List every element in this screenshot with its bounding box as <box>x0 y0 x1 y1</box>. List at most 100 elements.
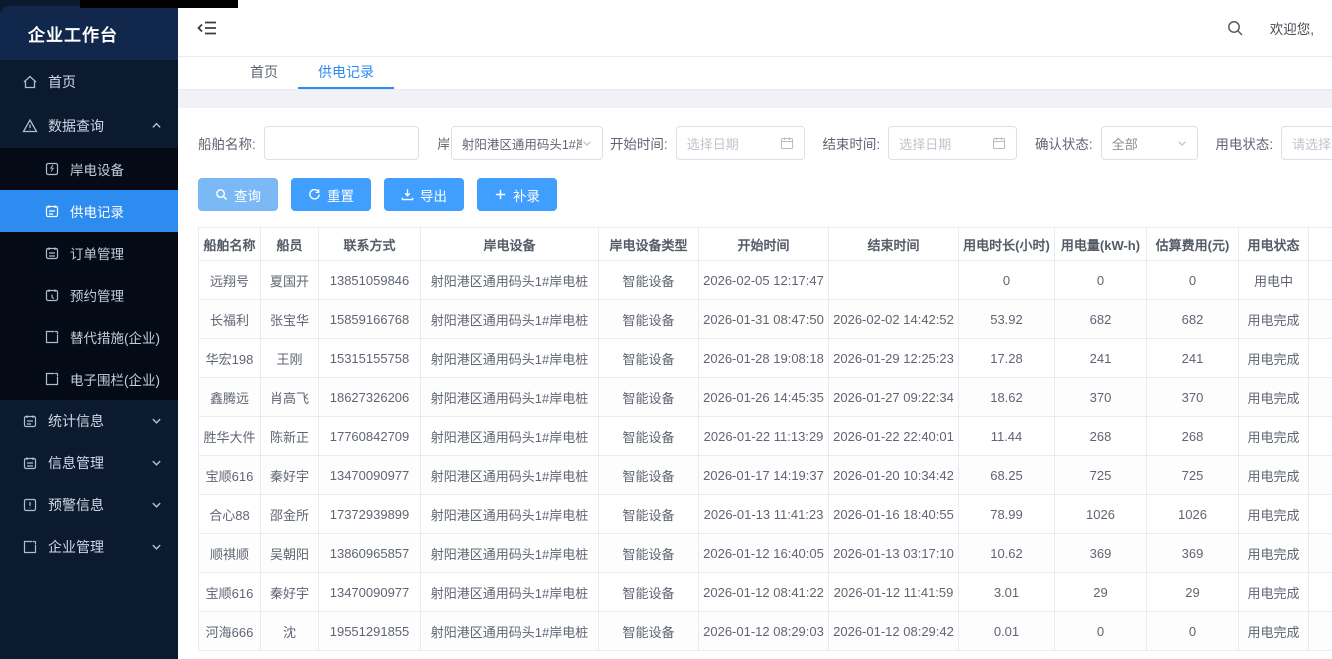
main-area: 欢迎您, 首页 供电记录 船舶名称: 岸电设备: 射阳港区通用码头1#岸电桩 开… <box>178 0 1332 659</box>
table-cell <box>1309 456 1332 495</box>
table-cell: 268 <box>1055 417 1147 456</box>
calendar-icon <box>992 136 1006 150</box>
power-status-select[interactable]: 请选择 <box>1281 126 1332 160</box>
table-cell: 268 <box>1147 417 1239 456</box>
col-crew: 船员 <box>261 228 319 261</box>
table-cell: 682 <box>1055 300 1147 339</box>
tab-power-records[interactable]: 供电记录 <box>298 57 394 89</box>
table-cell: 智能设备 <box>599 612 699 651</box>
sidebar-collapse-icon[interactable] <box>196 17 218 39</box>
confirm-status-select[interactable]: 全部 <box>1101 126 1198 160</box>
search-icon[interactable] <box>1226 19 1244 37</box>
home-icon <box>22 74 38 90</box>
table-cell: 智能设备 <box>599 300 699 339</box>
table-row: 鑫腾远肖高飞18627326206射阳港区通用码头1#岸电桩智能设备2026-0… <box>199 378 1332 417</box>
sidebar-item-reservation-management[interactable]: 预约管理 <box>0 274 178 316</box>
table-cell: 沈 <box>261 612 319 651</box>
table-cell: 智能设备 <box>599 417 699 456</box>
table-cell: 13470090977 <box>319 456 421 495</box>
sidebar-item-label: 替代措施(企业) <box>70 327 160 347</box>
reset-button[interactable]: 重置 <box>291 178 371 211</box>
table-cell: 陈新正 <box>261 417 319 456</box>
table-cell: 智能设备 <box>599 573 699 612</box>
query-button[interactable]: 查询 <box>198 178 278 211</box>
sidebar-item-order-management[interactable]: 订单管理 <box>0 232 178 274</box>
table-cell: 夏国开 <box>261 261 319 300</box>
calendar-icon <box>780 136 794 150</box>
supplement-button[interactable]: 补录 <box>477 178 557 211</box>
table-cell: 用电完成 <box>1239 378 1309 417</box>
sidebar-item-label: 电子围栏(企业) <box>70 369 160 389</box>
table-body: 远翔号夏国开13851059846射阳港区通用码头1#岸电桩智能设备2026-0… <box>199 261 1332 651</box>
table-cell: 2026-02-05 12:17:47 <box>699 261 829 300</box>
sidebar-group-statistics[interactable]: 统计信息 <box>0 400 178 442</box>
sidebar-item-alternative-measures[interactable]: 替代措施(企业) <box>0 316 178 358</box>
table-cell: 射阳港区通用码头1#岸电桩 <box>421 456 599 495</box>
table-row: 河海666沈19551291855射阳港区通用码头1#岸电桩智能设备2026-0… <box>199 612 1332 651</box>
table-cell: 智能设备 <box>599 261 699 300</box>
table-cell: 用电中 <box>1239 261 1309 300</box>
sidebar-item-home[interactable]: 首页 <box>0 60 178 104</box>
table-cell: 秦好宇 <box>261 456 319 495</box>
confirm-status-value: 全部 <box>1112 134 1138 153</box>
topbar-right: 欢迎您, <box>1226 18 1314 38</box>
table-cell <box>1309 612 1332 651</box>
table-cell: 725 <box>1055 456 1147 495</box>
sidebar-item-shore-device[interactable]: 岸电设备 <box>0 148 178 190</box>
end-time-label: 结束时间: <box>822 133 880 153</box>
sidebar-group-information-management[interactable]: 信息管理 <box>0 442 178 484</box>
table-cell <box>1309 417 1332 456</box>
content-divider <box>178 90 1332 108</box>
col-start-time: 开始时间 <box>699 228 829 261</box>
table-cell: 华宏198 <box>199 339 261 378</box>
table-cell: 13860965857 <box>319 534 421 573</box>
table-cell: 2026-01-22 22:40:01 <box>829 417 959 456</box>
sidebar-group-enterprise-management[interactable]: 企业管理 <box>0 526 178 568</box>
table-row: 宝顺616秦好宇13470090977射阳港区通用码头1#岸电桩智能设备2026… <box>199 573 1332 612</box>
table-cell: 邵金所 <box>261 495 319 534</box>
table-cell: 射阳港区通用码头1#岸电桩 <box>421 339 599 378</box>
table-cell: 射阳港区通用码头1#岸电桩 <box>421 378 599 417</box>
table-cell: 秦好宇 <box>261 573 319 612</box>
table-cell: 2026-01-22 11:13:29 <box>699 417 829 456</box>
table-cell: 远翔号 <box>199 261 261 300</box>
table-row: 宝顺616秦好宇13470090977射阳港区通用码头1#岸电桩智能设备2026… <box>199 456 1332 495</box>
table-cell: 合心88 <box>199 495 261 534</box>
sidebar-item-label: 预约管理 <box>70 285 124 305</box>
table-cell: 0 <box>1055 261 1147 300</box>
end-time-placeholder: 选择日期 <box>899 134 951 153</box>
table-cell: 智能设备 <box>599 378 699 417</box>
shore-device-value: 射阳港区通用码头1#岸电桩 <box>462 134 582 153</box>
table-cell: 13470090977 <box>319 573 421 612</box>
table-cell: 张宝华 <box>261 300 319 339</box>
table-cell: 2026-01-12 11:41:59 <box>829 573 959 612</box>
table-row: 胜华大件陈新正17760842709射阳港区通用码头1#岸电桩智能设备2026-… <box>199 417 1332 456</box>
end-time-picker[interactable]: 选择日期 <box>888 126 1017 160</box>
export-button[interactable]: 导出 <box>384 178 464 211</box>
col-fee: 估算费用(元) <box>1147 228 1239 261</box>
table-cell: 1026 <box>1055 495 1147 534</box>
sidebar: 企业工作台 首页 数据查询 岸电设备 供电记录 <box>0 0 178 659</box>
measure-icon <box>44 329 60 345</box>
warning-info-icon <box>22 497 38 513</box>
sidebar-group-warning-information[interactable]: 预警信息 <box>0 484 178 526</box>
table-cell <box>1309 495 1332 534</box>
sidebar-item-electronic-fence[interactable]: 电子围栏(企业) <box>0 358 178 400</box>
top-strip-decoration <box>80 0 238 8</box>
shore-device-select[interactable]: 射阳港区通用码头1#岸电桩 <box>451 126 603 160</box>
topbar: 欢迎您, <box>178 0 1332 57</box>
sidebar-item-power-records[interactable]: 供电记录 <box>0 190 178 232</box>
tab-home[interactable]: 首页 <box>230 57 298 89</box>
ship-name-label: 船舶名称: <box>198 133 256 153</box>
table-cell: 2026-01-16 18:40:55 <box>829 495 959 534</box>
table-row: 合心88邵金所17372939899射阳港区通用码头1#岸电桩智能设备2026-… <box>199 495 1332 534</box>
table-cell: 2026-01-12 08:29:42 <box>829 612 959 651</box>
sidebar-group-label: 统计信息 <box>48 411 104 431</box>
plus-icon <box>494 188 507 201</box>
table-row: 华宏198王刚15315155758射阳港区通用码头1#岸电桩智能设备2026-… <box>199 339 1332 378</box>
ship-name-input[interactable] <box>264 126 420 160</box>
records-table-wrap: 船舶名称 船员 联系方式 岸电设备 岸电设备类型 开始时间 结束时间 用电时长(… <box>198 227 1332 651</box>
sidebar-group-data-query[interactable]: 数据查询 <box>0 104 178 148</box>
start-time-picker[interactable]: 选择日期 <box>676 126 805 160</box>
table-cell: 0 <box>959 261 1055 300</box>
